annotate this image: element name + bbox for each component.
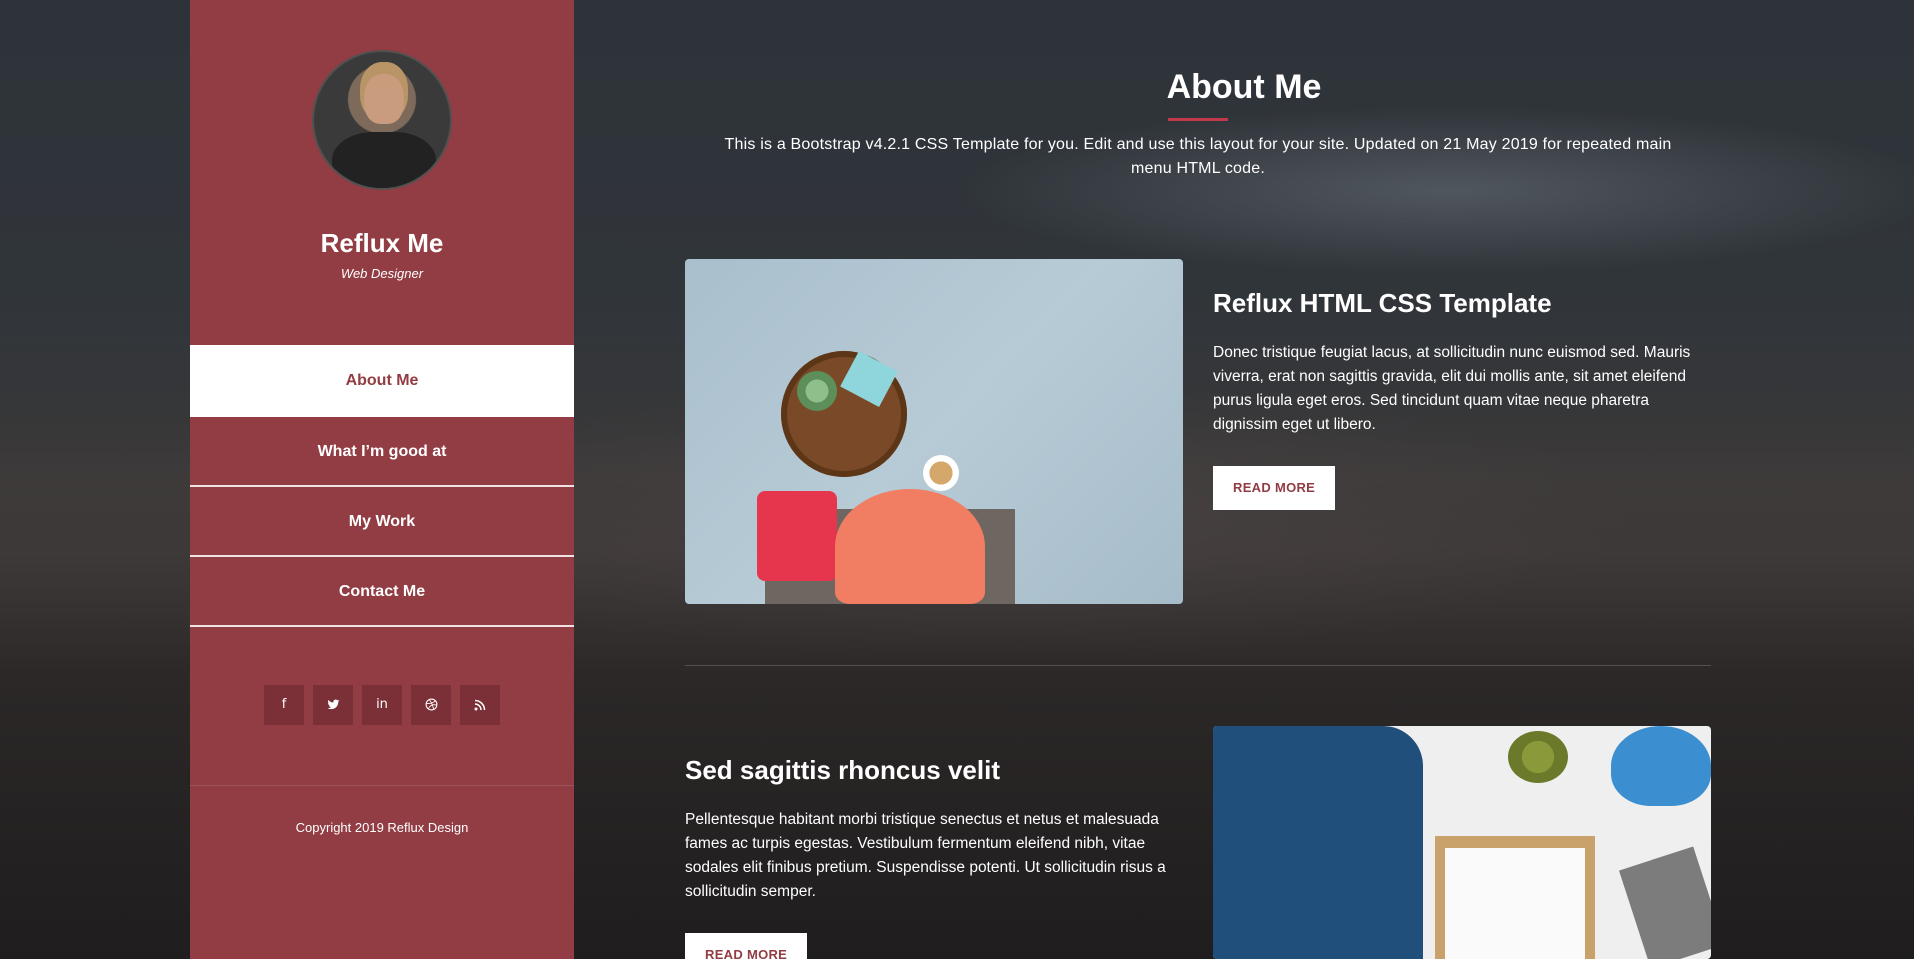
social-links: f in [190, 685, 574, 725]
card-image-desk [1213, 726, 1711, 959]
avatar [312, 50, 452, 190]
card-title: Reflux HTML CSS Template [1213, 288, 1552, 318]
facebook-icon[interactable]: f [264, 685, 304, 725]
linkedin-icon[interactable]: in [362, 685, 402, 725]
twitter-icon[interactable] [313, 685, 353, 725]
page-title: About Me [1166, 68, 1322, 106]
nav-item-what-im-good-at[interactable]: What I’m good at [190, 417, 574, 487]
brand-name: Reflux Me [320, 228, 444, 258]
main-content: About Me This is a Bootstrap v4.2.1 CSS … [574, 0, 1914, 959]
card-title: Sed sagittis rhoncus velit [685, 755, 1000, 785]
main-nav: About Me What I’m good at My Work Contac… [190, 345, 574, 627]
dribbble-icon[interactable] [411, 685, 451, 725]
title-underline [1168, 118, 1228, 121]
intro-text: This is a Bootstrap v4.2.1 CSS Template … [724, 136, 1672, 177]
read-more-button[interactable]: READ MORE [1213, 466, 1336, 510]
card-text: Pellentesque habitant morbi tristique se… [685, 811, 1166, 900]
sidebar: Reflux Me Web Designer About Me What I’m… [190, 0, 574, 959]
read-more-button[interactable]: READ MORE [685, 933, 808, 959]
card-text: Donec tristique feugiat lacus, at sollic… [1213, 344, 1691, 433]
card-image-workspace [685, 259, 1183, 604]
sidebar-divider [190, 785, 574, 786]
copyright-text: Copyright 2019 Reflux Design [295, 820, 469, 835]
section-divider [685, 665, 1711, 666]
brand-role: Web Designer [340, 266, 424, 281]
nav-item-about-me[interactable]: About Me [190, 345, 574, 417]
rss-icon[interactable] [460, 685, 500, 725]
nav-item-contact-me[interactable]: Contact Me [190, 557, 574, 627]
nav-item-my-work[interactable]: My Work [190, 487, 574, 557]
